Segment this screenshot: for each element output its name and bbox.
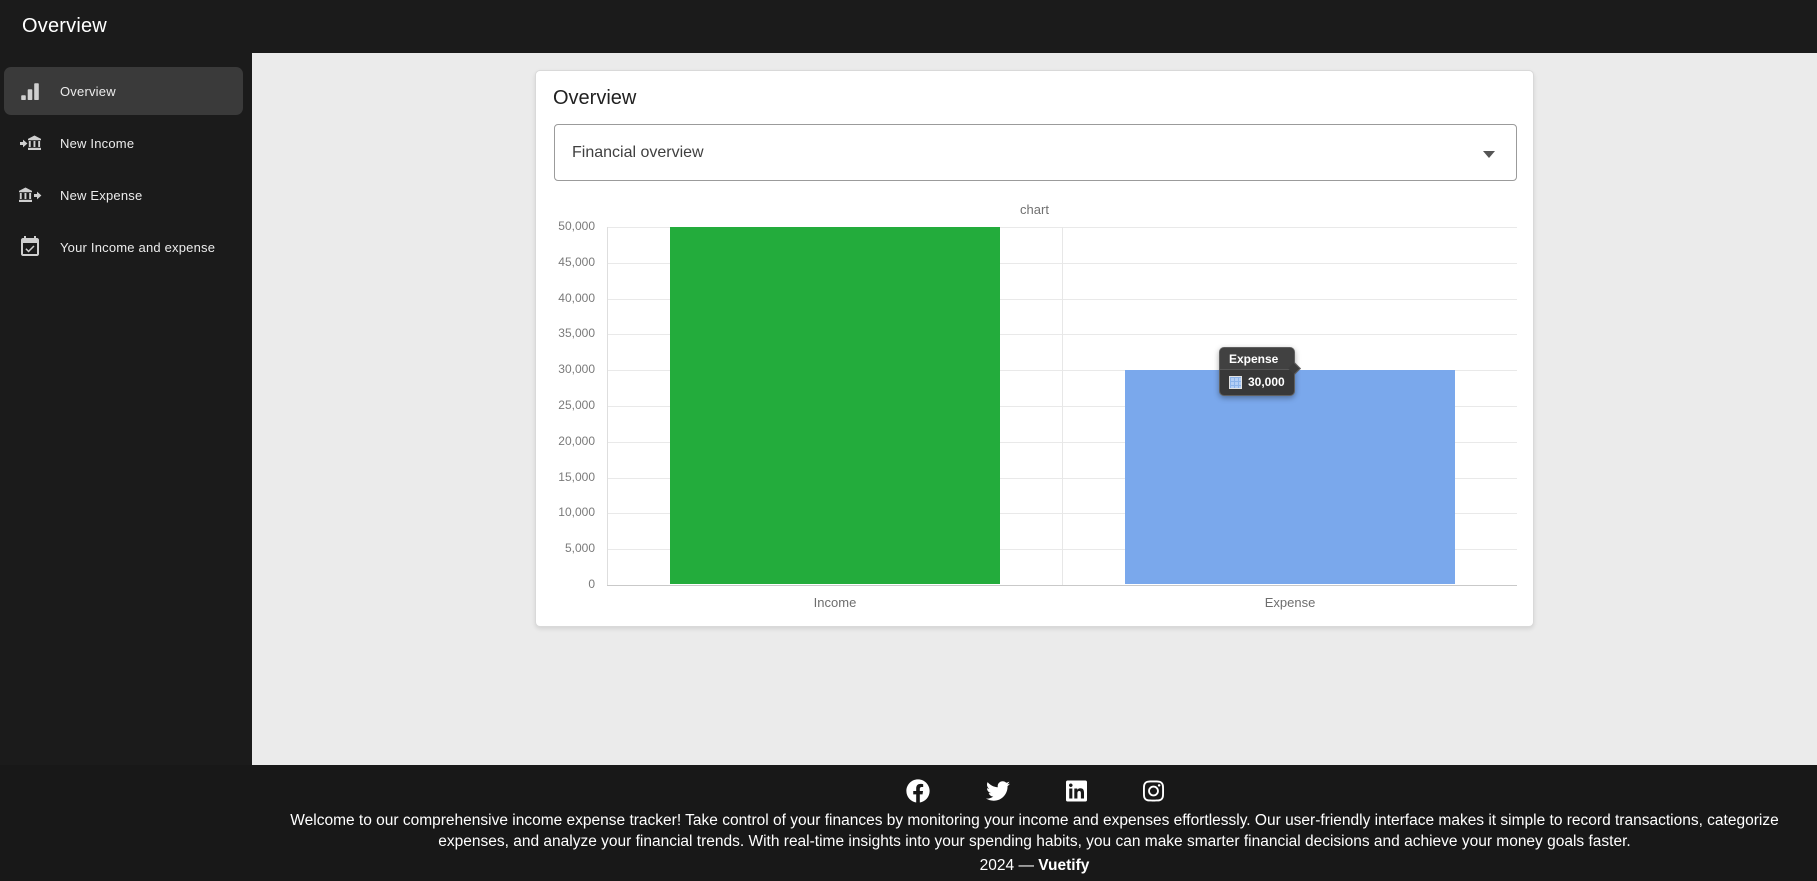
footer-year: 2024: [980, 857, 1014, 874]
tooltip-title: Expense: [1220, 348, 1294, 370]
footer-dash: —: [1018, 857, 1034, 874]
y-axis-tick-label: 25,000: [536, 398, 595, 412]
y-axis-tick-label: 40,000: [536, 291, 595, 305]
sidebar-item-label: Your Income and expense: [60, 240, 215, 255]
bar-expense[interactable]: [1125, 370, 1455, 584]
chart-title: chart: [536, 202, 1533, 217]
instagram-icon[interactable]: [1143, 779, 1164, 803]
main-content: Overview Financial overview chart 50,000…: [252, 53, 1817, 765]
y-axis-tick-label: 0: [536, 577, 595, 591]
y-axis-line: [607, 227, 608, 585]
sidebar-item-your-income-and-expense[interactable]: Your Income and expense: [4, 223, 243, 271]
app-bar: Overview: [0, 0, 1817, 53]
y-axis-tick-label: 30,000: [536, 362, 595, 376]
sidebar-item-label: Overview: [60, 84, 116, 99]
chart: chart 50,000 45,000 40,000 35,000 30,000 25,0…: [536, 71, 1533, 626]
x-axis-category-label: Expense: [1230, 595, 1350, 610]
bank-transfer-in-icon: [18, 131, 42, 155]
y-axis-tick-label: 15,000: [536, 470, 595, 484]
bar-chart-icon: [18, 79, 42, 103]
y-axis-tick-label: 50,000: [536, 219, 595, 233]
facebook-icon[interactable]: [906, 779, 930, 803]
y-axis-tick-label: 20,000: [536, 434, 595, 448]
tooltip-series-swatch: [1229, 376, 1242, 389]
footer-about-text: Welcome to our comprehensive income expe…: [265, 810, 1805, 852]
tooltip-value: 30,000: [1248, 375, 1285, 389]
bank-transfer-out-icon: [18, 183, 42, 207]
sidebar-item-overview[interactable]: Overview: [4, 67, 243, 115]
y-gridline: [607, 585, 1517, 586]
footer: Welcome to our comprehensive income expe…: [0, 765, 1817, 881]
sidebar-item-new-income[interactable]: New Income: [4, 119, 243, 167]
y-axis-tick-label: 5,000: [536, 541, 595, 555]
sidebar-item-new-expense[interactable]: New Expense: [4, 171, 243, 219]
y-axis-tick-label: 45,000: [536, 255, 595, 269]
chart-tooltip: Expense 30,000: [1219, 347, 1295, 396]
calendar-check-icon: [18, 235, 42, 259]
bar-income[interactable]: [670, 227, 1000, 584]
linkedin-icon[interactable]: [1066, 779, 1087, 803]
sidebar-item-label: New Expense: [60, 188, 142, 203]
sidebar: Overview New Income New Expense Your Inc…: [0, 53, 252, 765]
x-gridline: [1062, 227, 1063, 585]
overview-card: Overview Financial overview chart 50,000…: [535, 70, 1534, 627]
twitter-icon[interactable]: [986, 779, 1010, 803]
app-bar-title: Overview: [0, 15, 107, 38]
x-axis-category-label: Income: [775, 595, 895, 610]
y-axis-tick-label: 10,000: [536, 505, 595, 519]
footer-copyright: 2024 — Vuetify: [252, 857, 1817, 875]
y-axis-tick-label: 35,000: [536, 326, 595, 340]
sidebar-item-label: New Income: [60, 136, 134, 151]
footer-brand: Vuetify: [1038, 857, 1089, 874]
social-links: [252, 765, 1817, 803]
